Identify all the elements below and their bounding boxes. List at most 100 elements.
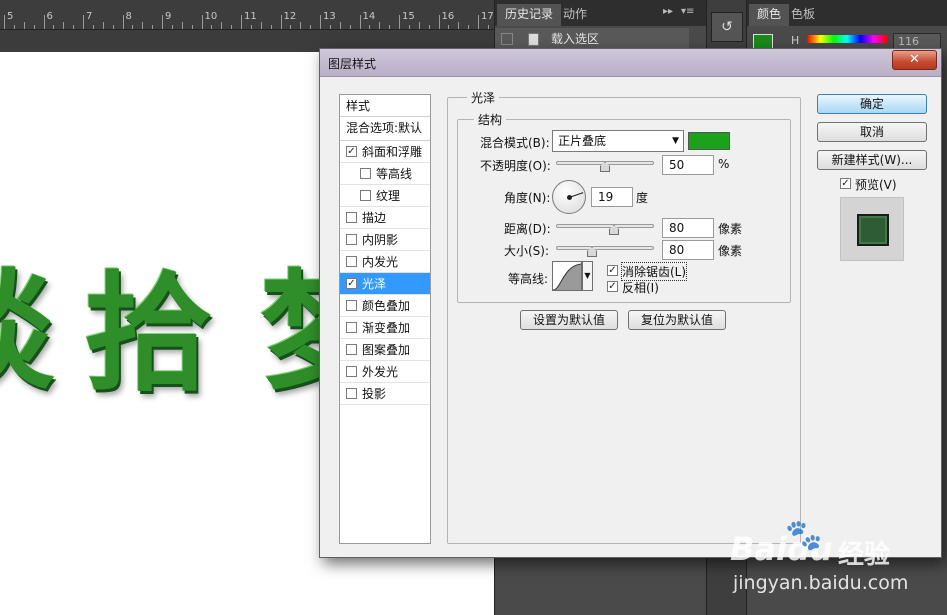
opacity-unit: % [718,157,730,171]
opacity-input[interactable]: 50 [662,155,714,175]
style-list-item[interactable]: 内阴影 [340,229,430,251]
style-preview [840,197,904,261]
layer-style-dialog: 图层样式 ✕ 样式 混合选项:默认 ✓ 斜面和浮雕等高线纹理 描边 内阴影 内发光 ✓ 光泽… [319,48,942,558]
style-list-item[interactable]: 图案叠加 [340,339,430,361]
ruler-minor-tick [448,25,450,29]
blend-mode-label: 混合模式(B): [480,136,550,150]
ruler-minor-tick [369,25,371,29]
size-unit: 像素 [718,244,743,258]
close-button[interactable]: ✕ [892,50,937,70]
document-icon [528,33,539,46]
new-style-button[interactable]: 新建样式(W)... [817,150,927,170]
style-item-checkbox[interactable] [346,212,357,223]
ruler-minor-tick [152,25,154,29]
ruler-tick [399,15,400,29]
tab-history[interactable]: 历史记录 [497,4,562,26]
ruler-tick [438,15,440,29]
distance-input[interactable]: 80 [662,218,714,238]
blend-mode-value: 正片叠底 [558,134,607,148]
reset-default-button[interactable]: 复位为默认值 [628,310,726,330]
style-item-checkbox[interactable]: ✓ [346,278,357,289]
cancel-button[interactable]: 取消 [817,122,927,142]
style-list-item[interactable]: 等高线 [340,163,430,185]
style-list-item[interactable]: 外发光 [340,361,430,383]
preview-checkbox[interactable]: ✓ [840,178,851,189]
blend-options-item[interactable]: 混合选项:默认 [340,117,430,141]
ruler-minor-tick [181,22,183,29]
ruler-minor-tick [310,25,312,29]
ruler-number: 6 [46,11,53,22]
jingyan-text: 经验 [838,540,891,570]
ruler-tick [201,15,203,29]
angle-dial-center [567,195,572,200]
style-list-item[interactable]: 投影 [340,383,430,405]
style-item-checkbox[interactable] [346,344,357,355]
tab-swatches[interactable]: 色板 [783,4,823,26]
style-item-checkbox[interactable] [346,256,357,267]
style-list-item[interactable]: 渐变叠加 [340,317,430,339]
size-input[interactable]: 80 [662,240,714,260]
ruler-tick [83,15,84,29]
ruler-minor-tick [191,25,193,29]
style-item-label: 等高线 [376,167,413,181]
hue-slider[interactable] [807,35,887,43]
ruler-minor-tick [221,22,223,29]
style-item-checkbox[interactable] [360,190,371,201]
antialias-label[interactable]: 消除锯齿(L) [620,262,688,281]
tab-actions[interactable]: 动作 [555,4,595,26]
ruler-tick [4,15,5,29]
ruler-tick [241,15,242,29]
style-item-checkbox[interactable] [346,300,357,311]
ruler-minor-tick [468,25,470,29]
style-item-checkbox[interactable] [346,366,357,377]
history-row-label: 载入选区 [551,32,600,46]
style-list-item[interactable]: 纹理 [340,185,430,207]
invert-checkbox[interactable]: ✓ [607,281,618,292]
chevron-down-icon[interactable]: ▼ [582,261,593,291]
gloss-color-swatch[interactable] [688,132,730,150]
style-list-item[interactable]: ✓ 斜面和浮雕 [340,141,430,163]
style-list-item[interactable]: ✓ 光泽 [340,273,430,295]
ok-button[interactable]: 确定 [817,94,927,114]
dialog-title: 图层样式 [328,57,377,71]
style-item-checkbox[interactable] [360,168,371,179]
style-item-checkbox[interactable] [346,234,357,245]
ruler-number: 17 [481,11,494,22]
angle-input[interactable]: 19 [591,187,633,207]
style-list-item[interactable]: 内发光 [340,251,430,273]
ruler-minor-tick [270,25,272,29]
ruler-minor-tick [260,22,262,29]
style-list-item[interactable]: 描边 [340,207,430,229]
size-slider[interactable] [556,246,654,250]
style-item-checkbox[interactable]: ✓ [346,146,357,157]
style-item-label: 图案叠加 [362,343,411,357]
ruler-minor-tick [250,25,252,29]
history-brush-icon[interactable]: ↺ [711,12,743,42]
double-chevron-right-icon[interactable]: ▸▸ [663,6,673,17]
dialog-titlebar[interactable]: 图层样式 ✕ [320,49,941,77]
style-item-label: 斜面和浮雕 [362,145,423,159]
antialias-checkbox[interactable]: ✓ [607,265,618,276]
distance-unit: 像素 [718,222,743,236]
history-row[interactable]: 载入选区 [495,28,689,50]
ruler-tick [478,15,479,29]
panel-menu-icon[interactable]: ▾≡ [681,6,694,17]
ruler-number: 11 [244,11,257,22]
invert-label[interactable]: 反相(I) [622,279,659,296]
style-item-checkbox[interactable] [346,322,357,333]
ruler-tick [43,15,45,29]
style-item-checkbox[interactable] [346,388,357,399]
distance-slider[interactable] [556,224,654,228]
style-item-label: 外发光 [362,365,399,379]
blend-mode-select[interactable]: 正片叠底 ▼ [552,130,684,152]
contour-label: 等高线: [508,272,549,286]
ruler-minor-tick [92,25,94,29]
angle-dial[interactable] [552,180,586,214]
style-list-item[interactable]: 颜色叠加 [340,295,430,317]
set-default-button[interactable]: 设置为默认值 [520,310,618,330]
contour-picker[interactable] [552,261,582,291]
history-row-checkbox[interactable] [501,33,513,45]
preview-label[interactable]: 预览(V) [855,176,897,193]
canvas-text-char: 谈 [0,228,54,413]
styles-header[interactable]: 样式 [340,95,430,117]
